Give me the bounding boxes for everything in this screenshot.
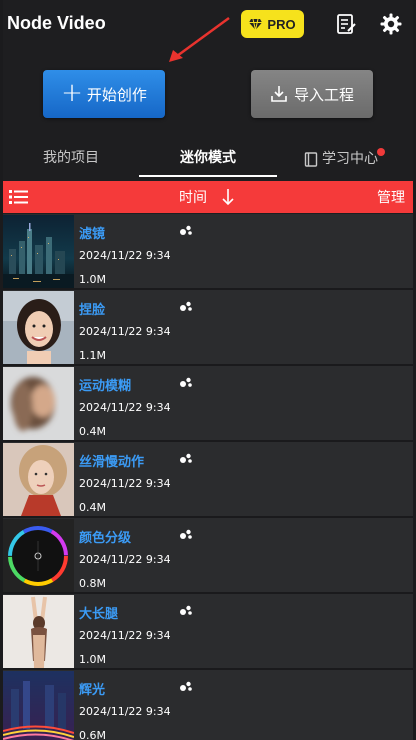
notification-dot [377, 148, 385, 156]
item-date: 2024/11/22 9:34 [79, 249, 171, 262]
start-create-button[interactable]: + 开始创作 [43, 70, 165, 118]
list-item[interactable]: 丝滑慢动作 2024/11/22 9:34 0.4M [3, 442, 413, 518]
more-options-icon[interactable] [179, 301, 193, 313]
thumbnail-stretch [3, 595, 74, 668]
list-view-icon[interactable] [9, 189, 29, 205]
list-item[interactable]: 运动模糊 2024/11/22 9:34 0.4M [3, 366, 413, 442]
plus-icon: + [61, 78, 83, 108]
item-size: 0.6M [79, 729, 106, 740]
item-title: 辉光 [79, 683, 106, 698]
item-size: 0.8M [79, 577, 106, 590]
start-create-label: 开始创作 [86, 85, 147, 104]
item-title: 滤镜 [79, 227, 106, 242]
list-item[interactable]: 捏脸 2024/11/22 9:34 1.1M [3, 290, 413, 366]
item-title: 颜色分级 [79, 531, 132, 546]
item-date: 2024/11/22 9:34 [79, 705, 171, 718]
item-title: 丝滑慢动作 [79, 455, 145, 470]
more-options-icon[interactable] [179, 377, 193, 389]
list-item[interactable]: 大长腿 2024/11/22 9:34 1.0M [3, 594, 413, 670]
thumbnail-color-wheel [3, 519, 74, 592]
tab-mini-mode[interactable]: 迷你模式 [139, 142, 277, 176]
settings-gear-icon[interactable] [379, 12, 403, 36]
item-title: 捏脸 [79, 303, 106, 318]
tab-learning-center[interactable]: 学习中心 [295, 142, 387, 176]
tab-learning-center-label: 学习中心 [322, 151, 378, 167]
list-item[interactable]: 颜色分级 2024/11/22 9:34 0.8M [3, 518, 413, 594]
thumbnail-city-night [3, 215, 74, 288]
item-date: 2024/11/22 9:34 [79, 325, 171, 338]
download-icon [271, 86, 287, 102]
app-frame: Node Video PRO + 开始创作 导入工程 我的项目 迷你模式 学习中… [3, 0, 413, 740]
item-title: 大长腿 [79, 607, 119, 622]
more-options-icon[interactable] [179, 453, 193, 465]
item-date: 2024/11/22 9:34 [79, 477, 171, 490]
more-options-icon[interactable] [179, 225, 193, 237]
manage-button[interactable]: 管理 [377, 187, 405, 207]
thumbnail-portrait-smile [3, 291, 74, 364]
more-options-icon[interactable] [179, 529, 193, 541]
item-date: 2024/11/22 9:34 [79, 553, 171, 566]
more-options-icon[interactable] [179, 681, 193, 693]
item-size: 0.4M [79, 501, 106, 514]
pro-label: PRO [267, 16, 296, 32]
sort-by-time-label[interactable]: 时间 [179, 187, 207, 207]
item-size: 0.4M [79, 425, 106, 438]
tab-bar: 我的项目 迷你模式 学习中心 [3, 142, 413, 178]
item-size: 1.0M [79, 653, 106, 666]
book-icon [304, 151, 318, 167]
list-item[interactable]: 滤镜 2024/11/22 9:34 1.0M [3, 214, 413, 290]
import-project-button[interactable]: 导入工程 [251, 70, 373, 118]
thumbnail-motion-blur [3, 367, 74, 440]
item-size: 1.1M [79, 349, 106, 362]
tab-my-projects[interactable]: 我的项目 [23, 142, 119, 176]
item-date: 2024/11/22 9:34 [79, 629, 171, 642]
list-item[interactable]: 辉光 2024/11/22 9:34 0.6M [3, 670, 413, 740]
pro-badge[interactable]: PRO [241, 10, 304, 38]
header: Node Video PRO [3, 0, 413, 62]
arrow-down-icon[interactable] [220, 187, 236, 207]
app-title: Node Video [7, 13, 106, 33]
item-size: 1.0M [79, 273, 106, 286]
active-tab-indicator [139, 175, 277, 177]
annotation-arrow-icon [169, 16, 230, 62]
more-options-icon[interactable] [179, 605, 193, 617]
item-date: 2024/11/22 9:34 [79, 401, 171, 414]
item-title: 运动模糊 [79, 379, 132, 394]
document-edit-icon[interactable] [334, 12, 358, 36]
thumbnail-portrait-hair [3, 443, 74, 516]
diamond-icon [249, 18, 263, 30]
thumbnail-light-trails [3, 671, 74, 740]
list-toolbar: 时间 管理 [3, 181, 413, 213]
import-project-label: 导入工程 [293, 85, 354, 104]
